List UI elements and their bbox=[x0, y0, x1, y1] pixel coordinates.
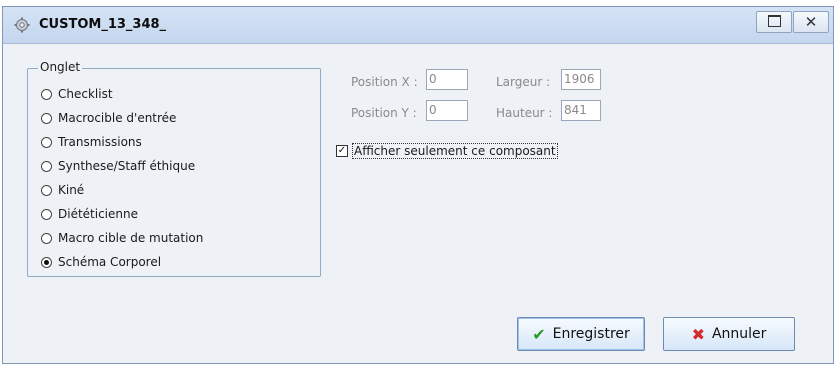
group-legend: Onglet bbox=[38, 60, 83, 74]
hauteur-field[interactable]: 841 bbox=[561, 100, 601, 121]
radio-label: Kiné bbox=[58, 183, 85, 197]
position-x-field[interactable]: 0 bbox=[426, 69, 468, 90]
maximize-button[interactable] bbox=[756, 11, 792, 33]
radio-option[interactable]: Checklist bbox=[41, 85, 113, 103]
save-label: Enregistrer bbox=[552, 326, 630, 342]
cancel-label: Annuler bbox=[711, 326, 767, 342]
radio-option[interactable]: Macro cible de mutation bbox=[41, 229, 203, 247]
radio-label: Checklist bbox=[58, 87, 113, 101]
onglet-group: Onglet Checklist Macrocible d'entrée Trans… bbox=[27, 60, 321, 277]
radio-option[interactable]: Kiné bbox=[41, 181, 84, 199]
position-x-label: Position X : bbox=[351, 75, 418, 89]
radio-label: Synthese/Staff éthique bbox=[58, 159, 196, 173]
afficher-option[interactable]: ✓ Afficher seulement ce composant bbox=[336, 143, 558, 159]
radio-label: Schéma Corporel bbox=[58, 255, 162, 269]
window-title: CUSTOM_13_348_ bbox=[39, 17, 167, 32]
largeur-field[interactable]: 1906 bbox=[561, 69, 601, 90]
radio-option[interactable]: Synthese/Staff éthique bbox=[41, 157, 195, 175]
largeur-label: Largeur : bbox=[496, 75, 551, 89]
radio-option[interactable]: Transmissions bbox=[41, 133, 142, 151]
radio-button[interactable] bbox=[41, 88, 52, 100]
radio-button[interactable] bbox=[41, 208, 52, 220]
radio-button[interactable] bbox=[41, 256, 52, 268]
position-y-field[interactable]: 0 bbox=[426, 100, 468, 121]
title-bar: CUSTOM_13_348_ ✕ bbox=[3, 7, 833, 44]
radio-button[interactable] bbox=[41, 160, 52, 172]
hauteur-label: Hauteur : bbox=[496, 106, 553, 120]
radio-button[interactable] bbox=[41, 112, 52, 124]
afficher-checkbox[interactable]: ✓ bbox=[336, 145, 348, 157]
position-y-label: Position Y : bbox=[351, 106, 417, 120]
maximize-icon bbox=[767, 15, 781, 27]
close-button[interactable]: ✕ bbox=[793, 11, 829, 33]
radio-button[interactable] bbox=[41, 184, 52, 196]
close-icon: ✕ bbox=[804, 13, 818, 31]
radio-button[interactable] bbox=[41, 136, 52, 148]
radio-label: Macro cible de mutation bbox=[58, 231, 204, 245]
dialog-window: CUSTOM_13_348_ ✕ Onglet Checklist Macroci… bbox=[2, 6, 834, 364]
radio-option[interactable]: Schéma Corporel bbox=[41, 253, 161, 271]
save-button[interactable]: ✔ Enregistrer bbox=[517, 317, 645, 351]
radio-label: Transmissions bbox=[58, 135, 142, 149]
gear-icon bbox=[14, 17, 30, 33]
radio-button[interactable] bbox=[41, 232, 52, 244]
checkmark-icon: ✔ bbox=[532, 324, 546, 344]
radio-option[interactable]: Diététicienne bbox=[41, 205, 138, 223]
afficher-label[interactable]: Afficher seulement ce composant bbox=[352, 143, 558, 159]
cancel-button[interactable]: ✖ Annuler bbox=[663, 317, 795, 351]
radio-option[interactable]: Macrocible d'entrée bbox=[41, 109, 176, 127]
radio-label: Diététicienne bbox=[58, 207, 138, 221]
radio-label: Macrocible d'entrée bbox=[58, 111, 177, 125]
cross-icon: ✖ bbox=[691, 324, 705, 344]
